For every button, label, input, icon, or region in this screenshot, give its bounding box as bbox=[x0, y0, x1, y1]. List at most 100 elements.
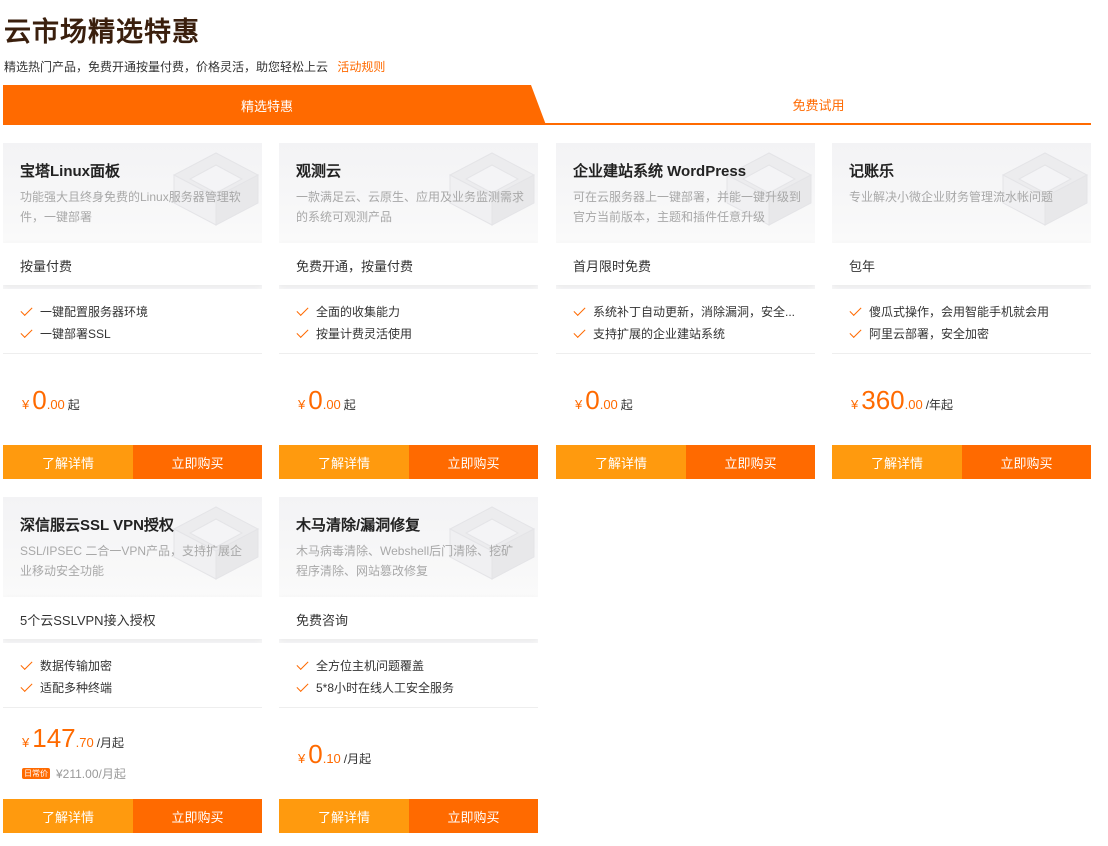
price-decimal: .00 bbox=[599, 397, 618, 412]
price-decimal: .00 bbox=[46, 397, 65, 412]
learn-more-button[interactable]: 了解详情 bbox=[832, 445, 962, 479]
feature-list: 全面的收集能力 按量计费灵活使用 bbox=[296, 301, 412, 345]
price-integer: 0 bbox=[308, 385, 323, 415]
product-card[interactable]: 观测云 一款满足云、云原生、应用及业务监测需求的系统可观测产品 免费开通，按量付… bbox=[279, 143, 538, 479]
feature-item: 适配多种终端 bbox=[20, 677, 112, 699]
price-integer: 0 bbox=[585, 385, 600, 415]
check-icon bbox=[573, 303, 586, 317]
feature-item: 一键部署SSL bbox=[20, 323, 148, 345]
card-description: 一款满足云、云原生、应用及业务监测需求的系统可观测产品 bbox=[296, 190, 524, 224]
feature-list: 系统补丁自动更新，消除漏洞，安全... 支持扩展的企业建站系统 bbox=[573, 301, 795, 345]
product-card[interactable]: 宝塔Linux面板 功能强大且终身免费的Linux服务器管理软件，一键部署 按量… bbox=[3, 143, 262, 479]
feature-list: 数据传输加密 适配多种终端 bbox=[20, 655, 112, 699]
card-body: 系统补丁自动更新，消除漏洞，安全... 支持扩展的企业建站系统 ¥0.00 起 bbox=[556, 289, 815, 445]
card-header: 木马清除/漏洞修复 木马病毒清除、Webshell后门清除、挖矿程序清除、网站篡… bbox=[279, 497, 538, 597]
tab-featured-deals-label: 精选特惠 bbox=[240, 98, 293, 114]
feature-item: 按量计费灵活使用 bbox=[296, 323, 412, 345]
check-icon bbox=[20, 657, 33, 671]
feature-list: 一键配置服务器环境一键部署SSL bbox=[20, 301, 148, 345]
price-currency: ¥ bbox=[298, 397, 306, 412]
price-decimal: .10 bbox=[322, 751, 341, 766]
check-icon bbox=[849, 303, 862, 317]
price: ¥0.00 起 bbox=[575, 385, 633, 416]
card-spec: 按量付费 bbox=[3, 243, 262, 285]
product-card[interactable]: 木马清除/漏洞修复 木马病毒清除、Webshell后门清除、挖矿程序清除、网站篡… bbox=[279, 497, 538, 833]
card-body: 数据传输加密 适配多种终端 ¥147.70/月起 日常价 ¥211.00/月起 bbox=[3, 643, 262, 799]
card-spec: 免费咨询 bbox=[279, 597, 538, 639]
price: ¥0.10/月起 bbox=[298, 739, 371, 770]
price-unit: /月起 bbox=[96, 736, 125, 750]
feature-text: 系统补丁自动更新，消除漏洞，安全... bbox=[593, 305, 795, 319]
feature-item: 5*8小时在线人工安全服务 bbox=[296, 677, 454, 699]
buy-now-button[interactable]: 立即购买 bbox=[133, 445, 262, 479]
card-description: 木马病毒清除、Webshell后门清除、挖矿程序清除、网站篡改修复 bbox=[296, 544, 514, 578]
card-body: 全面的收集能力 按量计费灵活使用 ¥0.00 起 bbox=[279, 289, 538, 445]
card-divider bbox=[556, 353, 815, 354]
original-price-text: ¥211.00/月起 bbox=[56, 767, 126, 781]
check-icon bbox=[849, 325, 862, 339]
feature-text: 适配多种终端 bbox=[40, 681, 113, 695]
product-card[interactable]: 企业建站系统 WordPress 可在云服务器上一键部署，并能一键升级到官方当前… bbox=[556, 143, 815, 479]
card-title: 木马清除/漏洞修复 bbox=[296, 517, 421, 534]
card-spec: 包年 bbox=[832, 243, 1091, 285]
price-decimal: .00 bbox=[322, 397, 341, 412]
card-divider bbox=[279, 707, 538, 708]
price-currency: ¥ bbox=[851, 397, 859, 412]
learn-more-button[interactable]: 了解详情 bbox=[279, 445, 409, 479]
buy-now-button[interactable]: 立即购买 bbox=[686, 445, 815, 479]
feature-text: 按量计费灵活使用 bbox=[316, 327, 413, 341]
card-description: 专业解决小微企业财务管理流水帐问题 bbox=[849, 190, 1054, 204]
price-currency: ¥ bbox=[575, 397, 583, 412]
price-unit: /年起 bbox=[925, 398, 954, 412]
card-header: 深信服云SSL VPN授权 SSL/IPSEC 二合一VPN产品，支持扩展企业移… bbox=[3, 497, 262, 597]
page-subtitle: 精选热门产品，免费开通按量付费，价格灵活，助您轻松上云 活动规则 bbox=[4, 58, 385, 75]
price-decimal: .00 bbox=[904, 397, 923, 412]
buy-now-button[interactable]: 立即购买 bbox=[133, 799, 262, 833]
learn-more-button[interactable]: 了解详情 bbox=[556, 445, 686, 479]
price-currency: ¥ bbox=[298, 751, 306, 766]
feature-item: 全方位主机问题覆盖 bbox=[296, 655, 454, 677]
check-icon bbox=[573, 325, 586, 339]
card-description: SSL/IPSEC 二合一VPN产品，支持扩展企业移动安全功能 bbox=[20, 544, 243, 578]
product-card[interactable]: 深信服云SSL VPN授权 SSL/IPSEC 二合一VPN产品，支持扩展企业移… bbox=[3, 497, 262, 833]
page-title: 云市场精选特惠 bbox=[4, 17, 200, 47]
price: ¥0.00 起 bbox=[298, 385, 356, 416]
card-header: 记账乐 专业解决小微企业财务管理流水帐问题 bbox=[832, 143, 1091, 243]
check-icon bbox=[296, 679, 309, 693]
feature-text: 一键配置服务器环境 bbox=[40, 305, 149, 319]
price-unit: 起 bbox=[67, 398, 80, 412]
feature-text: 全面的收集能力 bbox=[316, 305, 401, 319]
card-divider bbox=[279, 353, 538, 354]
feature-text: 5*8小时在线人工安全服务 bbox=[316, 681, 455, 695]
feature-text: 阿里云部署，安全加密 bbox=[869, 327, 990, 341]
card-title: 记账乐 bbox=[849, 163, 895, 180]
card-title: 企业建站系统 WordPress bbox=[573, 163, 747, 180]
card-header: 观测云 一款满足云、云原生、应用及业务监测需求的系统可观测产品 bbox=[279, 143, 538, 243]
daily-price-badge: 日常价 bbox=[22, 768, 50, 780]
price-unit: /月起 bbox=[343, 752, 372, 766]
card-title: 观测云 bbox=[296, 163, 342, 180]
learn-more-button[interactable]: 了解详情 bbox=[3, 445, 133, 479]
card-description: 功能强大且终身免费的Linux服务器管理软件，一键部署 bbox=[20, 190, 241, 224]
card-title: 宝塔Linux面板 bbox=[20, 163, 120, 180]
learn-more-button[interactable]: 了解详情 bbox=[279, 799, 409, 833]
card-spec-label: 按量付费 bbox=[20, 259, 73, 274]
feature-item: 阿里云部署，安全加密 bbox=[849, 323, 1049, 345]
buy-now-button[interactable]: 立即购买 bbox=[409, 445, 538, 479]
card-spec-label: 免费咨询 bbox=[296, 613, 349, 628]
card-body: 全方位主机问题覆盖 5*8小时在线人工安全服务 ¥0.10/月起 bbox=[279, 643, 538, 799]
card-title: 深信服云SSL VPN授权 bbox=[20, 517, 174, 534]
buy-now-button[interactable]: 立即购买 bbox=[962, 445, 1091, 479]
feature-text: 傻瓜式操作，会用智能手机就会用 bbox=[869, 305, 1050, 319]
price-unit: 起 bbox=[620, 398, 633, 412]
price-integer: 0 bbox=[32, 385, 47, 415]
tab-featured-deals[interactable]: 精选特惠 bbox=[3, 85, 546, 125]
buy-now-button[interactable]: 立即购买 bbox=[409, 799, 538, 833]
rules-link[interactable]: 活动规则 bbox=[337, 60, 385, 74]
product-card[interactable]: 记账乐 专业解决小微企业财务管理流水帐问题 包年 傻瓜式操作，会用智能手机就会用… bbox=[832, 143, 1091, 479]
subtitle-text: 精选热门产品，免费开通按量付费，价格灵活，助您轻松上云 bbox=[4, 60, 329, 74]
price-integer: 147 bbox=[32, 723, 76, 753]
tab-free-trial[interactable]: 免费试用 bbox=[546, 85, 1091, 123]
learn-more-button[interactable]: 了解详情 bbox=[3, 799, 133, 833]
card-header: 企业建站系统 WordPress 可在云服务器上一键部署，并能一键升级到官方当前… bbox=[556, 143, 815, 243]
